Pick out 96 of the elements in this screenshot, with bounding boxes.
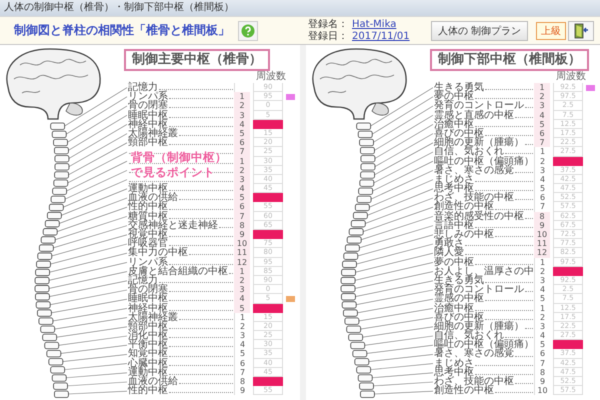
row-label: リンパ系 — [128, 258, 168, 267]
row-label: 霊感と直感の中枢 — [434, 110, 514, 120]
page-heading: 制御図と脊柱の相関性「椎骨と椎間板」 — [14, 22, 230, 39]
row-label: 細胞の更新（腫瘍） — [434, 322, 524, 332]
row-label: 思考中枢 — [434, 184, 474, 194]
row-label: 太陽神経叢 — [128, 312, 178, 322]
row-label: 細胞の更新（腫瘍） — [434, 138, 524, 148]
row-label: 嘔吐の中枢（偏頭痛） — [434, 156, 534, 166]
row-label: 自信、気おくれ — [434, 331, 504, 340]
plan-button[interactable]: 人体の 制御プラン — [430, 20, 528, 40]
vertebra-number: 6 — [234, 202, 250, 212]
row-label: 心臓中枢 — [128, 358, 168, 368]
row-label: 血液の供給 — [128, 377, 178, 386]
row-label: 暑さ、寒さの感覚 — [434, 166, 514, 175]
row-label: 思考中枢 — [434, 368, 474, 378]
row-label: 消化中枢 — [128, 331, 168, 340]
panel-title: 制御主要中枢（椎骨） — [124, 49, 270, 71]
row-label: 音楽的感受性の中枢 — [434, 212, 524, 221]
vertebra-number: 10 — [234, 239, 250, 248]
row-label: 喜びの中枢 — [434, 312, 484, 322]
window-title: 人体の制御中枢（椎骨）・制御下部中枢（椎間板） — [0, 0, 600, 16]
vertebra-number: 12 — [534, 248, 550, 258]
row-label: 頸部中枢 — [128, 138, 168, 148]
row-label: 生きる勇気 — [434, 83, 484, 92]
row-label: 発育のコントロール — [434, 101, 524, 111]
row-label: 神経中枢 — [128, 120, 168, 129]
row-label: 視覚中枢 — [128, 230, 168, 240]
column-header: 周波数 — [556, 71, 586, 83]
row-label: 悲しみの中枢 — [434, 230, 494, 240]
row-label: 頸部中枢 — [128, 322, 168, 332]
row-label: 皮膚と結合組織の中枢 — [128, 266, 228, 276]
row-label: 創造性の中枢 — [434, 202, 494, 212]
row-label: 知覚中枢 — [128, 349, 168, 359]
row-label: 性的中枢 — [128, 386, 168, 396]
vertebra-number: 2 — [234, 101, 250, 111]
row-label: わざ、技能の中枢 — [434, 377, 514, 386]
vertebra-number: 10 — [534, 230, 550, 240]
row-label: リンパ系 — [128, 92, 168, 102]
row-label: 骨の閉塞 — [128, 101, 168, 111]
vertebra-number: 3 — [234, 285, 250, 294]
row-label: 運動中枢 — [128, 368, 168, 378]
row-label: 記憶力 — [128, 276, 158, 286]
registrant-link[interactable]: Hat-Mika — [352, 18, 396, 30]
row-label: 集中力の中枢 — [128, 248, 188, 258]
row-label: 暑さ、寒さの感覚 — [434, 349, 514, 359]
column-header: 周波数 — [256, 71, 286, 83]
field-label: 登録日： — [308, 30, 348, 42]
row-label: 性的中枢 — [128, 202, 168, 212]
vertebra-number: 1 — [234, 92, 250, 102]
row-label: 生きる勇気 — [434, 276, 484, 286]
vertebra-number: 11 — [534, 239, 550, 248]
row-label: 夢の中枢 — [434, 92, 474, 102]
row-label: 睡眠中枢 — [128, 110, 168, 120]
vertebra-number: 4 — [234, 294, 250, 304]
row-label: 創造性の中枢 — [434, 386, 494, 396]
exit-button[interactable] — [568, 20, 594, 40]
row-label: 隣人愛 — [434, 248, 464, 258]
row-label: 睡眠中枢 — [128, 294, 168, 304]
row-label: 嘔吐の中枢（偏頭痛） — [434, 340, 534, 350]
level-badge: 上級 — [536, 22, 566, 40]
vertebra-number: 11 — [234, 248, 250, 258]
row-label: 自信、気おくれ — [434, 147, 504, 157]
vertebra-number: 10 — [534, 386, 550, 396]
row-label: 喜びの中枢 — [434, 128, 484, 138]
date-link[interactable]: 2017/11/01 — [352, 30, 410, 42]
row-label: 勇敢さ — [434, 239, 464, 248]
row-label: 記憶力 — [128, 83, 158, 92]
row-label: 平衡中枢 — [128, 340, 168, 350]
vertebra-number: 3 — [534, 101, 550, 111]
vertebra-number: 7 — [534, 138, 550, 148]
vertebra-number: 7 — [234, 147, 250, 156]
vertebra-number: 5 — [234, 193, 250, 202]
vertebra-number: 1 — [534, 83, 550, 92]
vertebra-number: 9 — [234, 230, 250, 240]
row-label: 呼吸器官 — [128, 239, 168, 248]
field-label: 登録名： — [308, 18, 348, 30]
row-label: 神経中枢 — [128, 304, 168, 313]
row-label: 血液の供給 — [128, 193, 178, 202]
row-label: 発育のコントロール — [434, 285, 524, 294]
row-label: 交感神経と迷走神経 — [128, 220, 218, 230]
panel-title: 制御下部中枢（椎間板） — [430, 49, 589, 71]
row-label: 骨の閉塞 — [128, 285, 168, 294]
row-label: わざ、技能の中枢 — [434, 193, 514, 202]
row-label: 言語中枢 — [434, 220, 474, 230]
row-label: 治癒中枢 — [434, 120, 474, 129]
row-label: 糖質中枢 — [128, 212, 168, 221]
vertebra-number: 2 — [534, 92, 550, 102]
row-label: お人よし、温厚さの中 — [434, 266, 534, 276]
row-label: 治癒中枢 — [434, 304, 474, 313]
callout-text: 背骨（制御中枢）で見るポイント — [131, 150, 228, 180]
vertebra-number: 4 — [234, 184, 250, 194]
row-label: 太陽神経叢 — [128, 128, 178, 138]
row-label: 霊感の中枢 — [434, 294, 484, 304]
row-label: 運動中枢 — [128, 184, 168, 194]
row-label: 夢の中枢 — [434, 258, 474, 267]
vertebra-number: 6 — [234, 138, 250, 148]
